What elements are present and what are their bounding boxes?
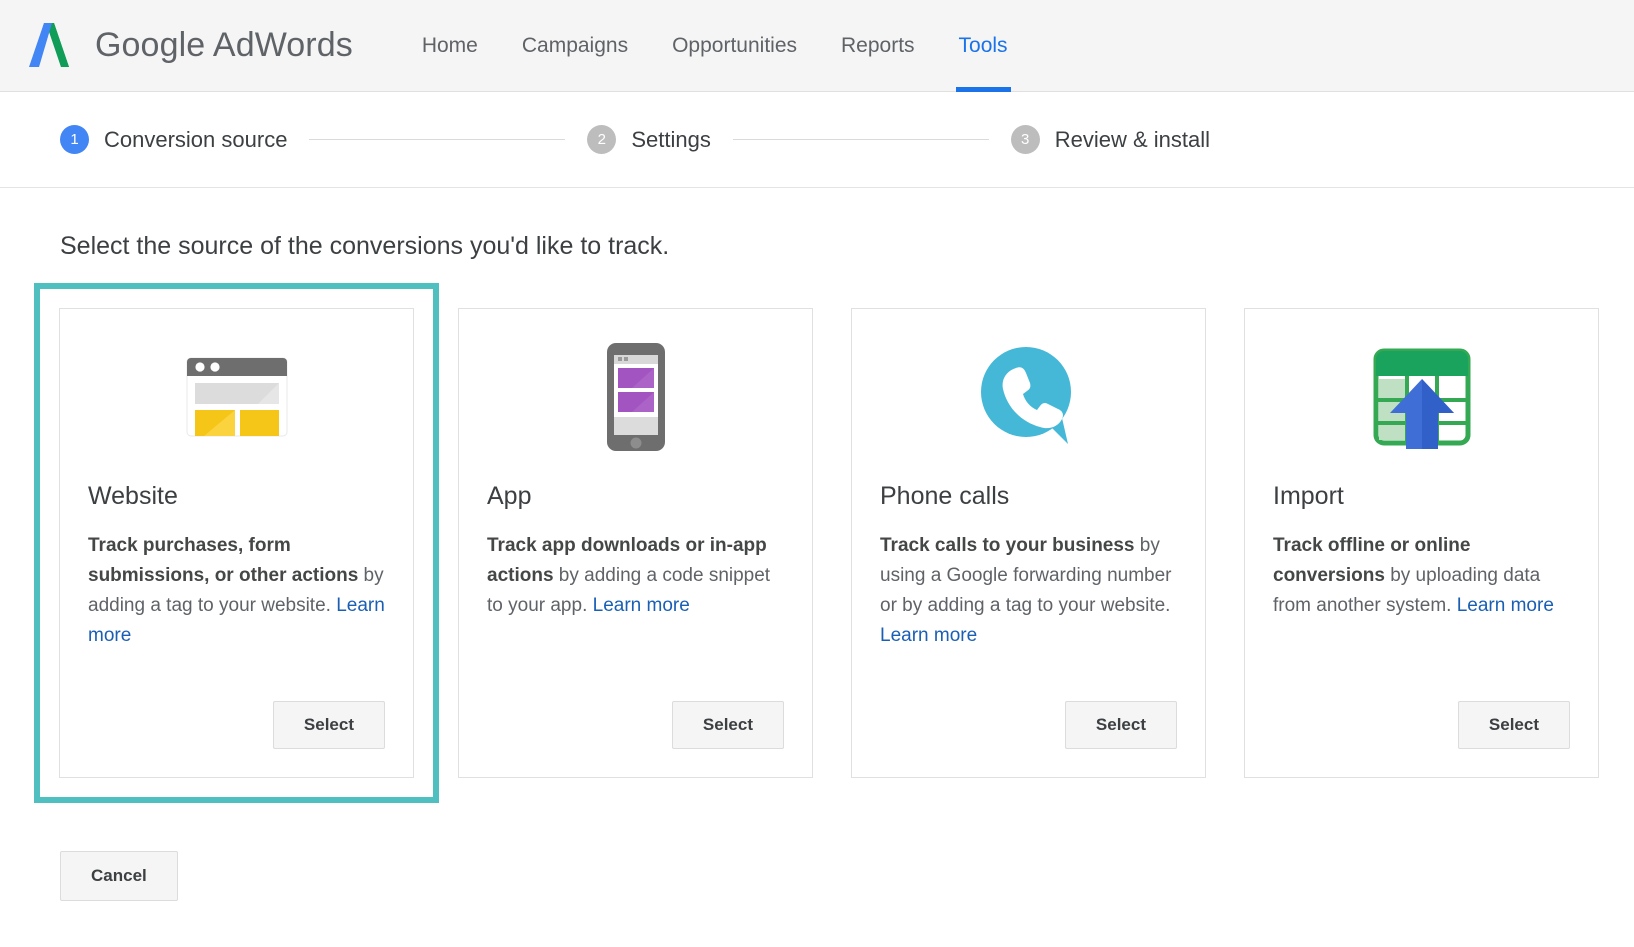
browser-window-icon [88, 309, 385, 484]
card-description-import: Track offline or online conversions by u… [1273, 531, 1570, 621]
card-slot-phone-calls: Phone calls Track calls to your business… [832, 283, 1225, 803]
primary-nav: Home Campaigns Opportunities Reports Too… [400, 0, 1030, 92]
card-description-website: Track purchases, form submissions, or ot… [88, 531, 385, 651]
step-number-2: 2 [587, 125, 616, 154]
nav-item-opportunities[interactable]: Opportunities [650, 0, 819, 92]
step-number-1: 1 [60, 125, 89, 154]
top-navigation-bar: Google AdWords Home Campaigns Opportunit… [0, 0, 1634, 92]
nav-item-home[interactable]: Home [400, 0, 500, 92]
card-slot-app: App Track app downloads or in-app action… [439, 283, 832, 803]
nav-item-tools[interactable]: Tools [937, 0, 1030, 92]
select-button-import[interactable]: Select [1458, 701, 1570, 749]
learn-more-link-app[interactable]: Learn more [593, 595, 690, 616]
conversion-source-card-grid: Website Track purchases, form submission… [0, 283, 1634, 803]
footer-actions: Cancel [60, 851, 1634, 901]
card-desc-bold-website: Track purchases, form submissions, or ot… [88, 535, 358, 586]
card-slot-website-highlighted: Website Track purchases, form submission… [34, 283, 439, 803]
step-label-3: Review & install [1055, 127, 1210, 153]
card-slot-import: Import Track offline or online conversio… [1225, 283, 1618, 803]
card-import[interactable]: Import Track offline or online conversio… [1244, 308, 1599, 778]
nav-item-campaigns[interactable]: Campaigns [500, 0, 650, 92]
cancel-button[interactable]: Cancel [60, 851, 178, 901]
nav-item-reports[interactable]: Reports [819, 0, 937, 92]
card-title-import: Import [1273, 484, 1570, 509]
phone-call-bubble-icon [880, 309, 1177, 484]
card-desc-bold-phone-calls: Track calls to your business [880, 535, 1135, 556]
step-connector-2 [733, 139, 989, 140]
main-content: Select the source of the conversions you… [0, 232, 1634, 901]
card-description-app: Track app downloads or in-app actions by… [487, 531, 784, 621]
card-title-app: App [487, 484, 784, 509]
step-conversion-source[interactable]: 1 Conversion source [60, 125, 287, 154]
brand-word-google: Google [95, 26, 205, 64]
card-title-website: Website [88, 484, 385, 509]
card-phone-calls[interactable]: Phone calls Track calls to your business… [851, 308, 1206, 778]
select-button-website[interactable]: Select [273, 701, 385, 749]
card-actions-app: Select [487, 701, 784, 777]
card-app[interactable]: App Track app downloads or in-app action… [458, 308, 813, 778]
card-title-phone-calls: Phone calls [880, 484, 1177, 509]
brand-name: Google AdWords [95, 26, 353, 65]
select-button-phone-calls[interactable]: Select [1065, 701, 1177, 749]
step-label-1: Conversion source [104, 127, 287, 153]
select-button-app[interactable]: Select [672, 701, 784, 749]
card-actions-website: Select [88, 701, 385, 777]
adwords-logo-icon [27, 21, 79, 71]
card-description-phone-calls: Track calls to your business by using a … [880, 531, 1177, 651]
step-settings[interactable]: 2 Settings [587, 125, 711, 154]
brand-logo[interactable]: Google AdWords [27, 21, 353, 71]
step-label-2: Settings [631, 127, 711, 153]
step-connector-1 [309, 139, 565, 140]
learn-more-link-import[interactable]: Learn more [1457, 595, 1554, 616]
mobile-phone-icon [487, 309, 784, 484]
card-actions-phone-calls: Select [880, 701, 1177, 777]
progress-stepper: 1 Conversion source 2 Settings 3 Review … [0, 92, 1634, 188]
card-website[interactable]: Website Track purchases, form submission… [59, 308, 414, 778]
step-review-install[interactable]: 3 Review & install [1011, 125, 1210, 154]
spreadsheet-upload-icon [1273, 309, 1570, 484]
learn-more-link-phone-calls[interactable]: Learn more [880, 625, 977, 646]
step-number-3: 3 [1011, 125, 1040, 154]
brand-word-adwords: AdWords [213, 26, 353, 64]
card-actions-import: Select [1273, 701, 1570, 777]
page-title: Select the source of the conversions you… [60, 232, 1634, 261]
